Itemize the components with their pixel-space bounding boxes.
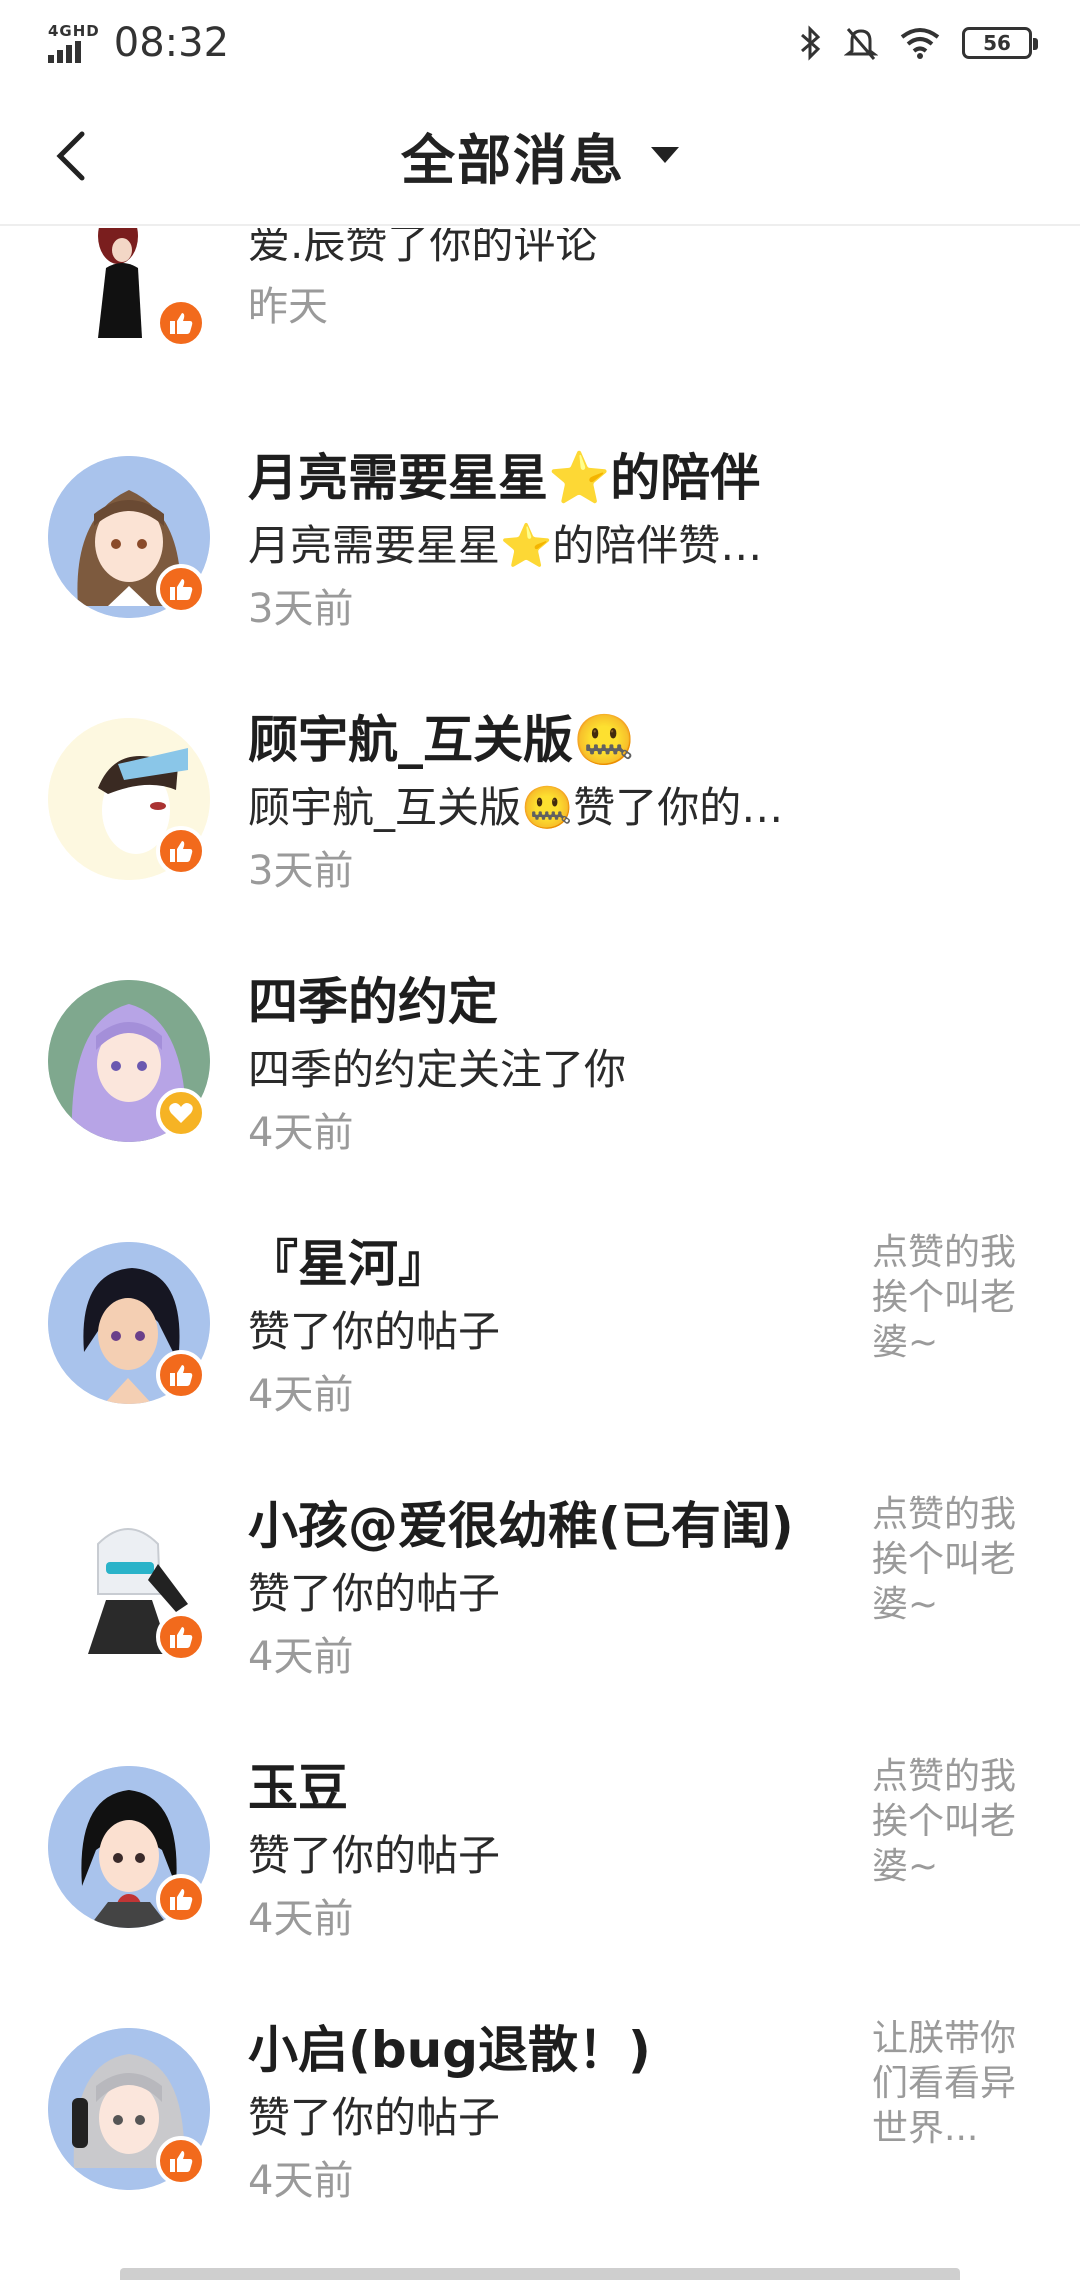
message-item[interactable]: 小启(bug退散！) 赞了你的帖子 4天前 让朕带你们看看异世界... [0,2010,1080,2272]
message-item[interactable]: 月亮需要星星⭐的陪伴 月亮需要星星⭐的陪伴赞… 3天前 [0,438,1080,700]
like-badge [156,298,206,348]
post-excerpt: 让朕带你们看看异世界... [872,2018,1017,2149]
message-text: 赞了你的帖子 [248,1831,501,1880]
sender-name: 『星河』 [248,1235,448,1293]
message-time: 3天前 [248,586,354,632]
wifi-icon [900,28,940,59]
nav-bar: 全部消息 [0,86,1080,226]
thumbs-up-icon [170,841,193,862]
like-badge [156,1874,206,1924]
chevron-left-icon [56,131,85,181]
battery-icon: 56 [962,27,1038,59]
next-item-peek [120,2268,960,2280]
page-title: 全部消息 [401,128,625,192]
sender-name: 玉豆 [248,1759,348,1817]
back-button[interactable] [40,126,100,186]
like-badge [156,1350,206,1400]
like-badge [156,1612,206,1662]
message-time: 3天前 [248,848,354,894]
thumbs-up-icon [170,1627,193,1648]
message-time: 昨天 [248,284,328,330]
post-excerpt: 点赞的我挨个叫老婆~ [872,1494,1017,1625]
message-time: 4天前 [248,1634,354,1680]
message-text: 赞了你的帖子 [248,1569,501,1618]
message-list: 爱.辰赞了你的评论 昨天 月亮需要星星⭐的陪伴 月亮需要星星⭐的陪伴赞… 3天前 [0,228,1080,2280]
heart-icon [169,1103,193,1123]
message-text: 顾宇航_互关版🤐赞了你的… [248,783,784,832]
message-text: 爱.辰赞了你的评论 [248,228,598,268]
clock: 08:32 [113,20,230,66]
thumbs-up-icon [170,313,193,334]
status-bar: 4GHD 08:32 56 [0,0,1080,86]
like-badge [156,826,206,876]
sender-name: 四季的约定 [248,973,498,1031]
like-badge [156,2136,206,2186]
post-excerpt: 点赞的我挨个叫老婆~ [872,1232,1017,1363]
message-text: 赞了你的帖子 [248,2093,501,2142]
message-item[interactable]: 顾宇航_互关版🤐 顾宇航_互关版🤐赞了你的… 3天前 [0,700,1080,962]
bluetooth-icon [801,25,821,61]
title-dropdown[interactable]: 全部消息 [401,116,679,195]
message-time: 4天前 [248,1372,354,1418]
message-item[interactable]: 『星河』 赞了你的帖子 4天前 点赞的我挨个叫老婆~ [0,1224,1080,1486]
sender-name: 小启(bug退散！) [248,2021,651,2079]
status-left: 4GHD 08:32 [48,20,229,66]
mute-bell-icon [844,28,878,60]
thumbs-up-icon [170,579,193,600]
message-item[interactable]: 爱.辰赞了你的评论 昨天 [0,228,1080,450]
sender-name: 顾宇航_互关版🤐 [248,711,636,769]
follow-badge [156,1088,206,1138]
message-time: 4天前 [248,1896,354,1942]
message-text: 赞了你的帖子 [248,1307,501,1356]
thumbs-up-icon [170,2151,193,2172]
thumbs-up-icon [170,1889,193,1910]
message-text: 月亮需要星星⭐的陪伴赞… [248,521,763,570]
message-item[interactable]: 玉豆 赞了你的帖子 4天前 点赞的我挨个叫老婆~ [0,1748,1080,2010]
battery-level: 56 [983,31,1011,55]
message-item[interactable]: 四季的约定 四季的约定关注了你 4天前 [0,962,1080,1224]
status-right: 56 [798,25,1038,61]
message-item[interactable]: 小孩@爱很幼稚(已有闺) 赞了你的帖子 4天前 点赞的我挨个叫老婆~ [0,1486,1080,1748]
network-type: 4GHD [48,21,100,40]
like-badge [156,564,206,614]
signal-icon: 4GHD [48,21,100,63]
message-time: 4天前 [248,1110,354,1156]
caret-down-icon [651,147,679,163]
sender-name: 小孩@爱很幼稚(已有闺) [248,1497,794,1555]
message-time: 4天前 [248,2158,354,2204]
message-text: 四季的约定关注了你 [248,1045,627,1094]
sender-name: 月亮需要星星⭐的陪伴 [248,449,761,507]
thumbs-up-icon [170,1365,193,1386]
post-excerpt: 点赞的我挨个叫老婆~ [872,1756,1017,1887]
